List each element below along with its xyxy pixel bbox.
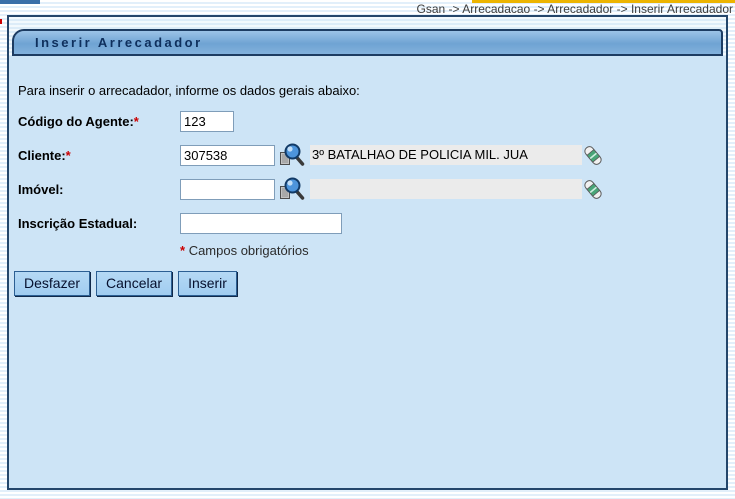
imovel-label-text: Imóvel: bbox=[18, 181, 64, 197]
cliente-required-marker: * bbox=[65, 147, 71, 163]
form-panel: Inserir Arrecadador Para inserir o arrec… bbox=[7, 15, 728, 490]
desfazer-button[interactable]: Desfazer bbox=[14, 271, 91, 296]
imovel-search-button[interactable] bbox=[279, 177, 306, 201]
cliente-label: Cliente:* bbox=[18, 148, 180, 163]
imovel-input[interactable] bbox=[180, 178, 275, 200]
cancelar-button[interactable]: Cancelar bbox=[96, 271, 173, 296]
required-note-marker: * bbox=[180, 243, 186, 258]
imovel-label: Imóvel: bbox=[18, 182, 180, 197]
field-row-cliente: Cliente:* 3º BATALHAO DE POLICIA MIL. JU… bbox=[18, 143, 726, 167]
codigo-agente-label-text: Código do Agente: bbox=[18, 113, 134, 129]
eraser-icon bbox=[584, 179, 602, 199]
required-fields-note: * Campos obrigatórios bbox=[180, 243, 726, 258]
cliente-label-text: Cliente: bbox=[18, 147, 66, 163]
required-note-text: Campos obrigatórios bbox=[188, 243, 309, 258]
inscricao-estadual-input[interactable] bbox=[180, 212, 342, 234]
page-title: Inserir Arrecadador bbox=[35, 35, 203, 50]
field-row-imovel: Imóvel: bbox=[18, 177, 726, 201]
imovel-display-name bbox=[310, 179, 582, 199]
magnifier-icon bbox=[280, 143, 305, 166]
red-marker bbox=[0, 19, 2, 24]
panel-head: Inserir Arrecadador bbox=[9, 17, 726, 56]
cliente-clear-button[interactable] bbox=[583, 143, 603, 167]
inserir-button[interactable]: Inserir bbox=[178, 271, 237, 296]
field-row-codigo-agente: Código do Agente:* bbox=[18, 110, 726, 132]
header-bar bbox=[0, 0, 40, 4]
cliente-input[interactable] bbox=[180, 144, 275, 166]
eraser-icon bbox=[584, 145, 602, 165]
inscricao-estadual-label: Inscrição Estadual: bbox=[18, 216, 180, 231]
codigo-agente-label: Código do Agente:* bbox=[18, 114, 180, 129]
intro-text: Para inserir o arrecadador, informe os d… bbox=[18, 83, 360, 98]
cliente-search-button[interactable] bbox=[279, 143, 306, 167]
title-bar: Inserir Arrecadador bbox=[12, 29, 723, 56]
inscricao-estadual-label-text: Inscrição Estadual: bbox=[18, 215, 138, 231]
cliente-display-name: 3º BATALHAO DE POLICIA MIL. JUA bbox=[310, 145, 582, 165]
magnifier-icon bbox=[280, 177, 305, 200]
breadcrumb[interactable]: Gsan -> Arrecadacao -> Arrecadador -> In… bbox=[417, 2, 734, 16]
action-buttons-row: Desfazer Cancelar Inserir bbox=[9, 271, 726, 296]
imovel-clear-button[interactable] bbox=[583, 177, 603, 201]
codigo-agente-required-marker: * bbox=[133, 113, 139, 129]
field-row-inscricao-estadual: Inscrição Estadual: bbox=[18, 212, 726, 234]
codigo-agente-input[interactable] bbox=[180, 110, 234, 132]
